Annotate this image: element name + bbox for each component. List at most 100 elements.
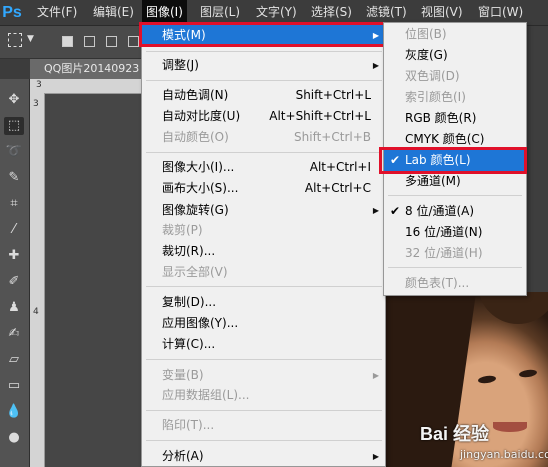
photo-eye	[518, 368, 538, 379]
menu-item-auto-contrast[interactable]: 自动对比度(U) Alt+Shift+Ctrl+L	[142, 106, 385, 127]
ruler-left-label: 3	[33, 99, 39, 109]
menu-item-duplicate[interactable]: 复制(D)...	[142, 292, 385, 313]
submenu-arrow-icon: ▶	[372, 452, 379, 461]
move-tool-icon[interactable]: ✥	[4, 91, 24, 109]
gradient-tool-icon[interactable]: ▭	[4, 377, 24, 395]
menu-separator	[388, 195, 522, 196]
mode-item-rgb-color[interactable]: RGB 颜色(R)	[384, 108, 526, 129]
right-panel-strip	[527, 26, 548, 292]
baidu-watermark: Bai 经验 jingyan.baidu.com	[420, 420, 548, 466]
menu-item-shortcut: Shift+Ctrl+L	[295, 88, 371, 102]
new-selection-icon[interactable]	[62, 36, 73, 47]
menu-item-label: 自动对比度(U)	[162, 109, 241, 123]
menu-item-apply-image[interactable]: 应用图像(Y)...	[142, 313, 385, 334]
add-selection-icon[interactable]	[84, 36, 95, 47]
menu-item-label: 图像大小(I)...	[162, 160, 235, 174]
watermark-url: jingyan.baidu.com	[460, 448, 548, 461]
menu-separator	[146, 286, 382, 287]
mode-item-bitmap[interactable]: 位图(B)	[384, 24, 526, 45]
menu-edit[interactable]: 编辑(E)	[89, 0, 138, 25]
menu-item-label: 显示全部(V)	[162, 265, 228, 279]
menu-item-label: 画布大小(S)...	[162, 181, 239, 195]
menu-item-label: 应用数据组(L)...	[162, 388, 250, 402]
menu-item-image-size[interactable]: 图像大小(I)... Alt+Ctrl+I	[142, 157, 385, 178]
annotation-frame-lab	[379, 147, 527, 174]
submenu-arrow-icon: ▶	[372, 61, 379, 70]
mode-item-32-bit[interactable]: 32 位/通道(H)	[384, 243, 526, 264]
eyedropper-tool-icon[interactable]: ⁄	[4, 221, 24, 239]
menu-file[interactable]: 文件(F)	[33, 0, 81, 25]
menu-item-trim[interactable]: 裁切(R)...	[142, 241, 385, 262]
subtract-selection-icon[interactable]	[106, 36, 117, 47]
photo-hair	[478, 292, 548, 324]
watermark-brand: Bai 经验	[420, 424, 490, 444]
menu-item-analysis[interactable]: 分析(A) ▶	[142, 446, 385, 467]
menu-separator	[146, 440, 382, 441]
mode-item-color-table[interactable]: 颜色表(T)...	[384, 273, 526, 294]
menu-item-label: 陷印(T)...	[162, 418, 215, 432]
menu-item-label: 变量(B)	[162, 368, 204, 382]
submenu-arrow-icon: ▶	[372, 206, 379, 215]
toolbox: ✥ ⬚ ➰ ✎ ⌗ ⁄ ✚ ✐ ♟ ✍ ▱ ▭ 💧 ●	[0, 79, 30, 467]
menu-item-label: 自动颜色(O)	[162, 130, 229, 144]
brush-tool-icon[interactable]: ✐	[4, 273, 24, 291]
history-brush-tool-icon[interactable]: ✍	[4, 325, 24, 343]
menu-item-trap[interactable]: 陷印(T)...	[142, 415, 385, 436]
submenu-arrow-icon: ▶	[372, 371, 379, 380]
menu-separator	[388, 267, 522, 268]
menu-separator	[146, 80, 382, 81]
mode-item-indexed-color[interactable]: 索引颜色(I)	[384, 87, 526, 108]
crop-tool-icon[interactable]: ⌗	[4, 195, 24, 213]
menu-item-crop[interactable]: 裁剪(P)	[142, 220, 385, 241]
menu-item-shortcut: Shift+Ctrl+B	[294, 130, 371, 144]
dodge-tool-icon[interactable]: ●	[4, 429, 24, 447]
intersect-selection-icon[interactable]	[128, 36, 139, 47]
marquee-tool-icon[interactable]: ⬚	[4, 117, 24, 135]
photo-eye	[477, 374, 497, 385]
document-tab[interactable]: QQ图片20140923	[30, 59, 142, 79]
eraser-tool-icon[interactable]: ▱	[4, 351, 24, 369]
marquee-preset-icon[interactable]	[8, 33, 22, 47]
menu-item-label: 应用图像(Y)...	[162, 316, 239, 330]
mode-item-duotone[interactable]: 双色调(D)	[384, 66, 526, 87]
mode-item-multichannel[interactable]: 多通道(M)	[384, 171, 526, 192]
mode-item-label: 8 位/通道(A)	[405, 204, 475, 218]
menu-item-adjustments[interactable]: 调整(J) ▶	[142, 55, 385, 76]
menu-item-auto-color[interactable]: 自动颜色(O) Shift+Ctrl+B	[142, 127, 385, 148]
menu-item-image-rotation[interactable]: 图像旋转(G) ▶	[142, 200, 385, 221]
menu-item-auto-tone[interactable]: 自动色调(N) Shift+Ctrl+L	[142, 85, 385, 106]
photoshop-logo: Ps	[2, 4, 22, 21]
menu-separator	[146, 152, 382, 153]
menu-item-shortcut: Alt+Ctrl+C	[304, 181, 371, 195]
menu-separator	[146, 51, 382, 52]
menu-item-variables[interactable]: 变量(B) ▶	[142, 365, 385, 386]
ruler-left-label: 4	[33, 307, 39, 317]
menu-item-shortcut: Alt+Shift+Ctrl+L	[269, 109, 371, 123]
menu-item-calculations[interactable]: 计算(C)...	[142, 334, 385, 355]
menu-item-label: 计算(C)...	[162, 337, 216, 351]
menu-item-apply-data-set[interactable]: 应用数据组(L)...	[142, 385, 385, 406]
menu-item-label: 复制(D)...	[162, 295, 217, 309]
menu-separator	[146, 410, 382, 411]
blur-tool-icon[interactable]: 💧	[4, 403, 24, 421]
healing-brush-tool-icon[interactable]: ✚	[4, 247, 24, 265]
ruler-top-label: 3	[36, 80, 42, 90]
menu-item-label: 裁剪(P)	[162, 223, 203, 237]
menu-item-label: 图像旋转(G)	[162, 203, 229, 217]
menu-item-reveal-all[interactable]: 显示全部(V)	[142, 262, 385, 283]
mode-item-grayscale[interactable]: 灰度(G)	[384, 45, 526, 66]
lasso-tool-icon[interactable]: ➰	[4, 143, 24, 161]
mode-item-16-bit[interactable]: 16 位/通道(N)	[384, 222, 526, 243]
quick-select-tool-icon[interactable]: ✎	[4, 169, 24, 187]
mode-item-8-bit[interactable]: ✔ 8 位/通道(A)	[384, 201, 526, 222]
menu-item-label: 分析(A)	[162, 449, 204, 463]
menu-item-label: 自动色调(N)	[162, 88, 229, 102]
chevron-down-icon[interactable]: ▼	[27, 34, 34, 44]
ruler-left: 3 4	[30, 93, 45, 467]
menu-item-canvas-size[interactable]: 画布大小(S)... Alt+Ctrl+C	[142, 178, 385, 199]
clone-stamp-tool-icon[interactable]: ♟	[4, 299, 24, 317]
menu-separator	[146, 359, 382, 360]
image-menu-dropdown: 模式(M) ▶ 调整(J) ▶ 自动色调(N) Shift+Ctrl+L 自动对…	[141, 24, 386, 467]
annotation-frame-mode	[139, 22, 387, 47]
menu-item-shortcut: Alt+Ctrl+I	[309, 160, 371, 174]
